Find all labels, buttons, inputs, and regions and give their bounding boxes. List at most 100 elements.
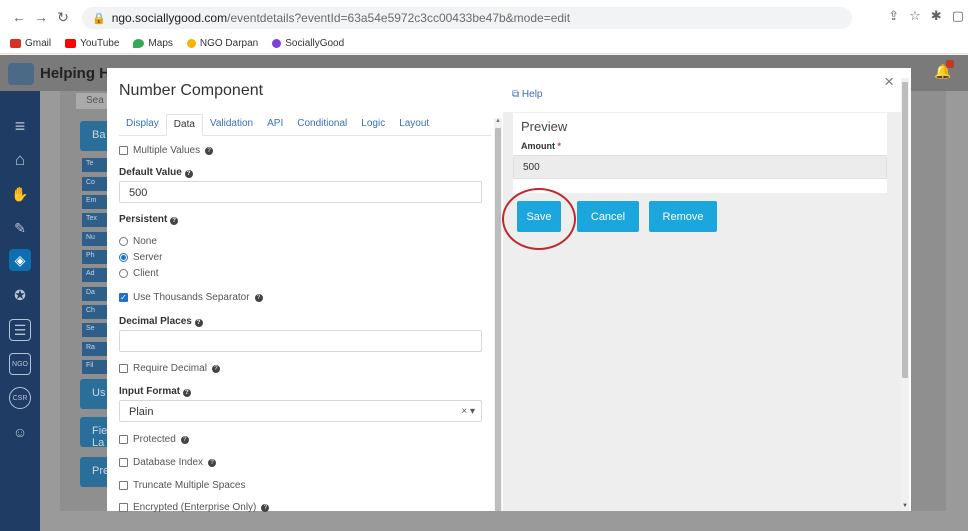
help-icon[interactable]: ? [184,170,193,178]
help-icon[interactable]: ? [180,435,189,444]
modal-scroll-thumb[interactable] [902,82,908,378]
decimal-places-input[interactable] [119,330,482,352]
component-item[interactable]: Fil [82,360,108,374]
component-item[interactable]: Tex [82,213,108,227]
scroll-down-icon[interactable]: ▼ [902,503,908,509]
tab-layout[interactable]: Layout [392,114,436,135]
radio-none[interactable] [119,237,128,246]
thousands-separator-option[interactable]: ✓ Use Thousands Separator ? [119,292,263,303]
persistent-option-server[interactable]: Server [119,252,162,263]
help-icon[interactable]: ? [261,503,270,512]
preview-field-label: Amount * [521,141,562,151]
tab-api[interactable]: API [260,114,290,135]
window-icon[interactable]: ▢ [952,8,964,24]
database-index-option[interactable]: Database Index ? [119,457,217,468]
csr-icon[interactable]: CSR [9,387,31,409]
help-icon[interactable]: ? [182,389,191,397]
remove-button[interactable]: Remove [649,201,717,232]
users-icon[interactable]: ☺ [9,421,31,443]
radio-server[interactable] [119,253,128,262]
tab-logic[interactable]: Logic [354,114,392,135]
left-scroll-thumb[interactable] [495,128,501,511]
thousands-separator-checkbox[interactable]: ✓ [119,293,128,302]
persistent-option-client[interactable]: Client [119,268,159,279]
bookmark-ngo-darpan[interactable]: NGO Darpan [186,38,258,49]
address-bar[interactable]: 🔒 ngo.sociallygood.com /eventdetails?eve… [82,7,852,29]
preview-amount-input[interactable]: 500 [513,155,887,179]
encrypted-checkbox[interactable] [119,503,128,512]
default-value-input[interactable]: 500 [119,181,482,203]
ngo-darpan-icon [186,39,196,48]
help-icon[interactable]: ? [211,364,220,373]
premium-button[interactable]: Pre [80,457,110,487]
ngo-icon[interactable]: NGO [9,353,31,375]
multiple-values-checkbox[interactable] [119,146,128,155]
component-item[interactable]: Ch [82,305,108,319]
component-item[interactable]: Da [82,287,108,301]
help-icon[interactable]: ? [170,217,179,225]
help-icon[interactable]: ? [194,319,203,327]
help-icon[interactable]: ? [208,458,217,467]
encrypted-option[interactable]: Encrypted (Enterprise Only) ? [119,502,270,513]
radio-client[interactable] [119,269,128,278]
home-icon[interactable]: ⌂ [9,149,31,171]
menu-icon[interactable]: ≡ [9,115,31,137]
basic-button[interactable]: Ba [80,121,110,151]
bookmark-maps[interactable]: Maps [133,38,173,49]
component-item[interactable]: Ph [82,250,108,264]
bell-icon[interactable]: 🔔 [934,60,954,81]
forward-icon[interactable]: → [30,6,52,28]
annotation-circle [502,188,576,250]
tab-validation[interactable]: Validation [203,114,260,135]
truncate-spaces-checkbox[interactable] [119,481,128,490]
persistent-label: Persistent ? [119,214,179,225]
multiple-values-option[interactable]: Multiple Values ? [119,145,214,156]
maps-icon [133,39,145,48]
bookmark-youtube[interactable]: YouTube [65,38,119,49]
component-item[interactable]: Se [82,323,108,337]
database-index-checkbox[interactable] [119,458,128,467]
tab-display[interactable]: Display [119,114,166,135]
input-format-select[interactable]: Plain × ▾ [119,400,482,422]
component-item[interactable]: Em [82,195,108,209]
donate-icon[interactable]: ✎ [9,217,31,239]
component-item[interactable]: Ad [82,268,108,282]
modal-scrollbar[interactable]: ▼ [901,78,909,511]
bookmark-gmail[interactable]: Gmail [10,38,51,49]
left-scrollbar[interactable]: ▲ [494,118,502,511]
help-icon[interactable]: ? [254,293,263,302]
scroll-up-icon[interactable]: ▲ [495,118,501,124]
award-icon[interactable]: ✪ [9,284,31,306]
component-item[interactable]: Te [82,158,108,172]
back-icon[interactable]: ← [8,6,30,28]
user-button[interactable]: Us [80,379,110,409]
help-link[interactable]: ⧉ Help [512,89,543,100]
extensions-icon[interactable]: ✱ [931,8,942,24]
toolbar-icons: ⇪ ☆ ✱ ▢ [888,8,964,24]
help-icon[interactable]: ? [205,146,214,155]
reload-icon[interactable]: ↻ [52,6,74,28]
component-item[interactable]: Nu [82,232,108,246]
protected-checkbox[interactable] [119,435,128,444]
tab-data[interactable]: Data [165,114,203,136]
hands-icon[interactable]: ✋ [9,183,31,205]
require-decimal-option[interactable]: Require Decimal ? [119,363,220,374]
save-button[interactable]: Save [502,188,576,250]
cancel-button[interactable]: Cancel [577,201,639,232]
component-item[interactable]: Co [82,177,108,191]
app-logo [8,63,34,85]
bookmark-sociallygood[interactable]: SociallyGood [272,38,344,49]
field-layout-button[interactable]: Fie La [80,417,110,449]
protected-option[interactable]: Protected ? [119,434,189,445]
close-icon[interactable]: × [884,72,894,92]
tab-conditional[interactable]: Conditional [290,114,354,135]
star-icon[interactable]: ☆ [909,8,921,24]
truncate-spaces-option[interactable]: Truncate Multiple Spaces [119,480,245,491]
events-icon[interactable]: ◈ [9,249,31,271]
require-decimal-checkbox[interactable] [119,364,128,373]
chevron-down-icon[interactable]: × ▾ [461,406,475,417]
contacts-icon[interactable]: ☰ [9,319,31,341]
component-item[interactable]: Ra [82,342,108,356]
persistent-option-none[interactable]: None [119,236,157,247]
share-icon[interactable]: ⇪ [888,8,899,24]
